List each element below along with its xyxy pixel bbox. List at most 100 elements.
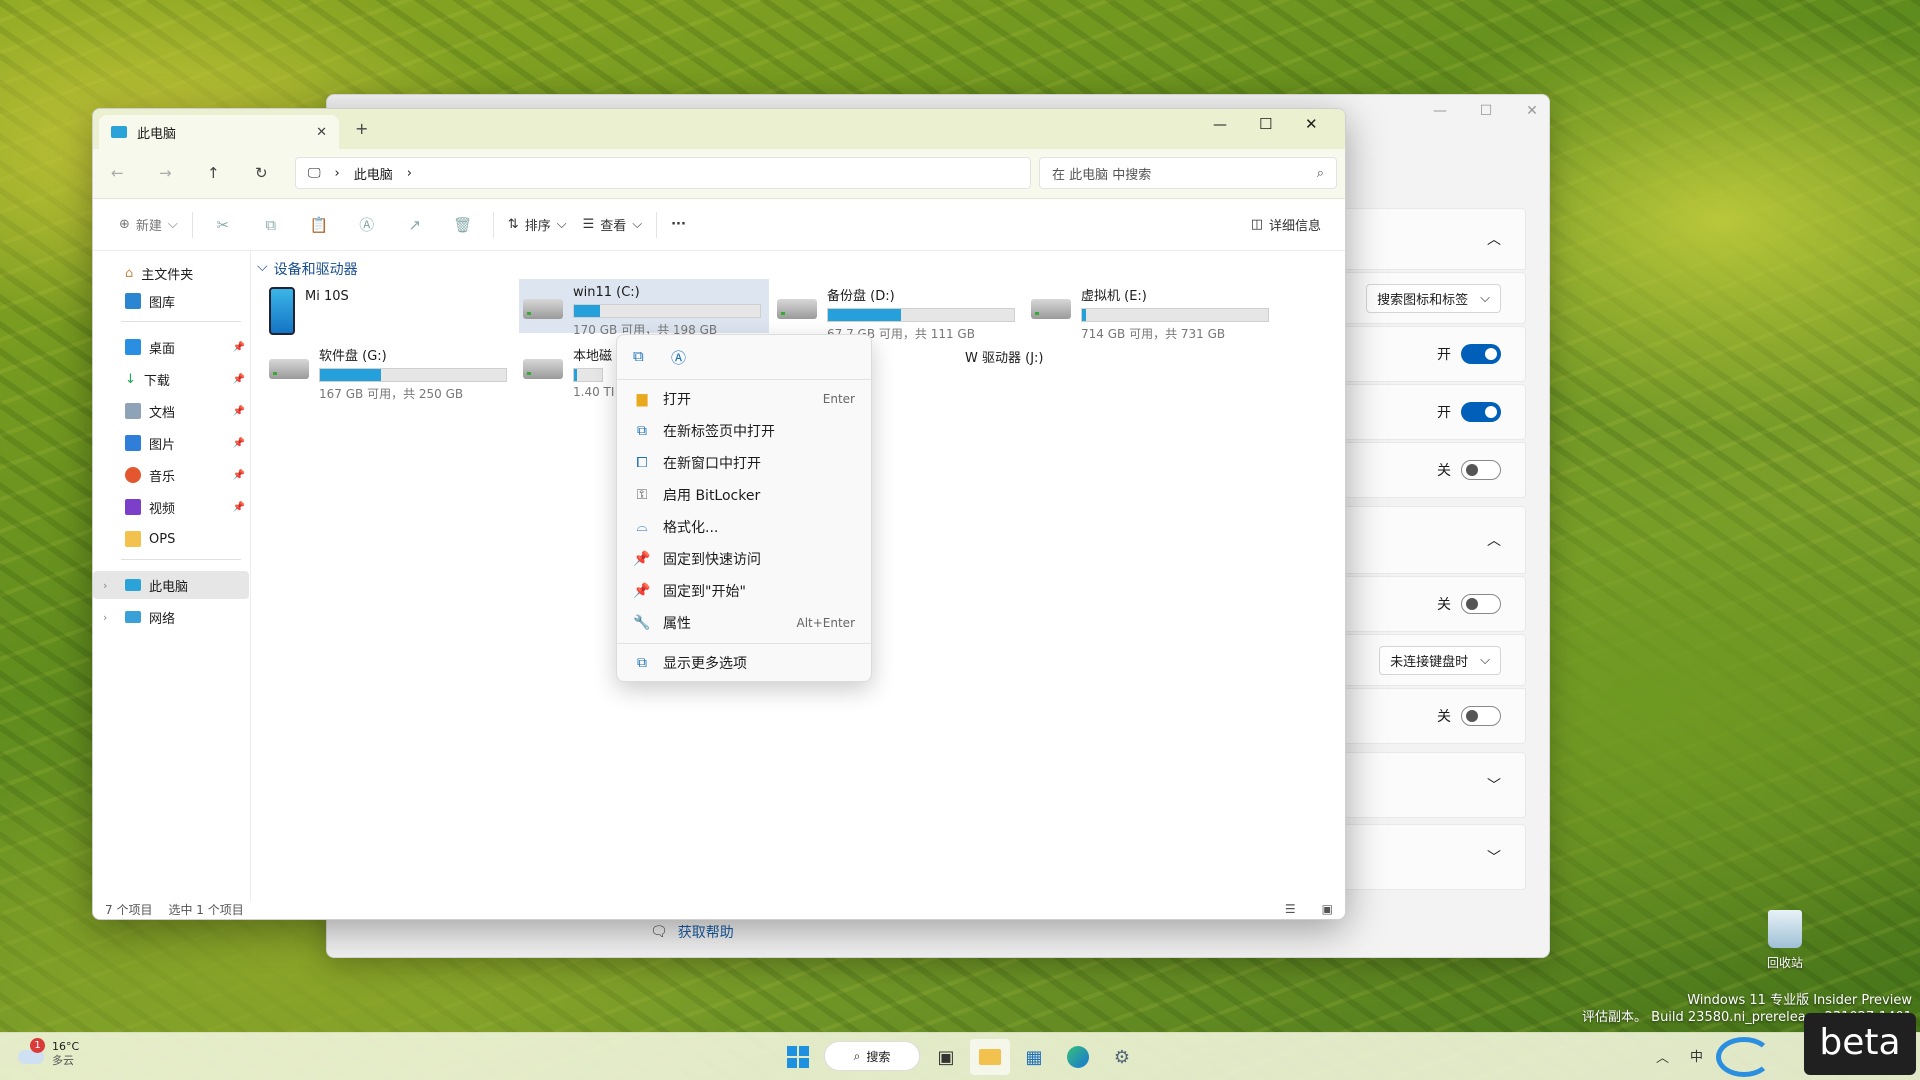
taskbar-search-dropdown[interactable]: 搜索图标和标签 ⌵ bbox=[1366, 283, 1501, 313]
breadcrumb-this-pc[interactable]: 此电脑 bbox=[354, 164, 393, 183]
recycle-bin-shortcut[interactable]: 回收站 bbox=[1762, 910, 1808, 971]
sidebar-item-downloads[interactable]: ↓ 下载 📌 bbox=[93, 365, 249, 393]
paste-icon[interactable]: 📋 bbox=[295, 209, 343, 241]
settings-group-header-1[interactable]: ︿ bbox=[1330, 208, 1526, 270]
chevron-right-icon[interactable]: › bbox=[103, 611, 107, 624]
chevron-right-icon[interactable]: › bbox=[103, 579, 107, 592]
maximize-icon[interactable]: ☐ bbox=[1259, 115, 1272, 133]
back-arrow-icon[interactable]: ← bbox=[111, 164, 124, 182]
tiles-view-icon[interactable]: ▣ bbox=[1322, 902, 1333, 916]
more-button[interactable]: ··· bbox=[663, 209, 694, 241]
sidebar-item-videos[interactable]: 视频 📌 bbox=[93, 493, 249, 521]
details-view-icon[interactable]: ☰ bbox=[1285, 902, 1296, 916]
dvd-drive-label[interactable]: W 驱动器 (J:) bbox=[965, 347, 1043, 366]
toggle-switch[interactable] bbox=[1461, 594, 1501, 614]
settings-gear-icon[interactable]: ⚙ bbox=[1102, 1039, 1142, 1075]
get-help-link[interactable]: 🗨 获取帮助 bbox=[650, 922, 734, 942]
tab-this-pc[interactable]: 此电脑 ✕ bbox=[99, 115, 339, 149]
menu-item-properties[interactable]: 🔧 属性 Alt+Enter bbox=[621, 607, 867, 639]
taskbar-search-button[interactable]: ⌕ 搜索 bbox=[824, 1041, 920, 1071]
forward-arrow-icon[interactable]: → bbox=[159, 164, 172, 182]
drive-d[interactable]: 备份盘 (D:) 67.7 GB 可用，共 111 GB bbox=[773, 279, 1023, 341]
close-tab-icon[interactable]: ✕ bbox=[316, 125, 327, 140]
drive-icon bbox=[1031, 299, 1071, 319]
document-icon bbox=[125, 403, 141, 419]
settings-group-header-2[interactable]: ︿ bbox=[1330, 506, 1526, 574]
sidebar-item-gallery[interactable]: 图库 bbox=[93, 287, 249, 315]
sidebar-item-music[interactable]: 音乐 📌 bbox=[93, 461, 249, 489]
sidebar-item-documents[interactable]: 文档 📌 bbox=[93, 397, 249, 425]
sidebar-item-this-pc[interactable]: › 此电脑 bbox=[93, 571, 249, 599]
toggle-switch[interactable] bbox=[1461, 706, 1501, 726]
new-button[interactable]: ⊕ 新建 ⌵ bbox=[111, 209, 186, 241]
rename-icon[interactable]: Ⓐ bbox=[671, 347, 686, 368]
ime-indicator[interactable]: 中 bbox=[1690, 1046, 1703, 1065]
menu-item-more-options[interactable]: ⧉ 显示更多选项 bbox=[621, 647, 867, 679]
download-icon: ↓ bbox=[125, 371, 136, 387]
sidebar-item-desktop[interactable]: 桌面 📌 bbox=[93, 333, 249, 361]
chevron-right-icon[interactable]: › bbox=[407, 166, 412, 181]
sidebar-item-network[interactable]: › 网络 bbox=[93, 603, 249, 631]
maximize-icon[interactable]: ☐ bbox=[1463, 95, 1509, 127]
menu-item-open-new-window[interactable]: ⧠ 在新窗口中打开 bbox=[621, 447, 867, 479]
device-phone[interactable]: Mi 10S bbox=[265, 283, 445, 337]
menu-item-bitlocker[interactable]: ⚿ 启用 BitLocker bbox=[621, 479, 867, 511]
chevron-right-icon: › bbox=[334, 165, 340, 181]
windows-drive-icon bbox=[523, 299, 563, 319]
minimize-icon[interactable]: — bbox=[1213, 117, 1227, 133]
capacity-bar bbox=[573, 368, 603, 382]
sidebar-item-ops[interactable]: OPS bbox=[93, 525, 249, 553]
toggle-switch[interactable] bbox=[1461, 344, 1501, 364]
sort-button[interactable]: ⇅ 排序 ⌵ bbox=[500, 209, 575, 241]
copy-icon[interactable]: ⧉ bbox=[247, 209, 295, 241]
close-icon[interactable]: ✕ bbox=[1305, 115, 1318, 133]
up-arrow-icon[interactable]: ↑ bbox=[207, 164, 220, 182]
toggle-switch[interactable] bbox=[1461, 402, 1501, 422]
search-input[interactable]: 在 此电脑 中搜索 ⌕ bbox=[1039, 157, 1337, 189]
copy-icon[interactable]: ⧉ bbox=[633, 347, 644, 365]
computer-icon bbox=[111, 126, 127, 138]
share-icon[interactable]: ↗ bbox=[391, 209, 439, 241]
chevron-up-icon[interactable]: ︿ bbox=[1656, 1047, 1669, 1066]
task-view-icon[interactable]: ▣ bbox=[926, 1039, 966, 1075]
sidebar-item-home[interactable]: ⌂ 主文件夹 bbox=[93, 259, 249, 287]
settings-group-collapsed-1[interactable]: ﹀ bbox=[1330, 752, 1526, 818]
drive-g[interactable]: 软件盘 (G:) 167 GB 可用，共 250 GB bbox=[265, 339, 515, 401]
store-icon[interactable]: ▦ bbox=[1014, 1039, 1054, 1075]
new-tab-icon: ⧉ bbox=[637, 423, 647, 439]
drive-e[interactable]: 虚拟机 (E:) 714 GB 可用，共 731 GB bbox=[1027, 279, 1277, 341]
drive-c[interactable]: win11 (C:) 170 GB 可用，共 198 GB bbox=[519, 279, 769, 337]
file-explorer-taskbar-icon[interactable] bbox=[970, 1039, 1010, 1075]
menu-item-format[interactable]: ⌓ 格式化... bbox=[621, 511, 867, 543]
section-header[interactable]: ⌵ 设备和驱动器 bbox=[257, 259, 358, 279]
menu-item-pin-start[interactable]: 📌 固定到"开始" bbox=[621, 575, 867, 607]
settings-row-toggle-5: 关 bbox=[1330, 688, 1526, 744]
menu-item-open[interactable]: ▆ 打开 Enter bbox=[621, 383, 867, 415]
navigation-bar: ← → ↑ ↻ 🖵 › 此电脑 › 在 此电脑 中搜索 ⌕ bbox=[93, 149, 1345, 199]
edge-icon[interactable] bbox=[1058, 1039, 1098, 1075]
rename-icon[interactable]: Ⓐ bbox=[343, 209, 391, 241]
menu-item-open-new-tab[interactable]: ⧉ 在新标签页中打开 bbox=[621, 415, 867, 447]
close-icon[interactable]: ✕ bbox=[1509, 95, 1555, 127]
sidebar-item-pictures[interactable]: 图片 📌 bbox=[93, 429, 249, 457]
new-tab-button[interactable]: + bbox=[355, 119, 368, 138]
start-button[interactable] bbox=[778, 1039, 818, 1075]
refresh-icon[interactable]: ↻ bbox=[255, 164, 268, 182]
title-bar: 此电脑 ✕ + — ☐ ✕ bbox=[93, 109, 1345, 149]
view-button[interactable]: ☰ 查看 ⌵ bbox=[575, 209, 651, 241]
address-bar[interactable]: 🖵 › 此电脑 › bbox=[295, 157, 1031, 189]
details-button[interactable]: ◫ 详细信息 bbox=[1243, 209, 1329, 241]
weather-widget[interactable]: 1 16°C 多云 bbox=[16, 1038, 79, 1068]
pin-icon: 📌 bbox=[232, 437, 245, 449]
settings-group-collapsed-2[interactable]: ﹀ bbox=[1330, 824, 1526, 890]
pin-icon: 📌 bbox=[232, 373, 245, 385]
search-icon: ⌕ bbox=[1316, 165, 1324, 181]
toggle-switch[interactable] bbox=[1461, 460, 1501, 480]
cut-icon[interactable]: ✂ bbox=[199, 209, 247, 241]
keyboard-dropdown[interactable]: 未连接键盘时 ⌵ bbox=[1379, 645, 1501, 675]
menu-item-pin-quick-access[interactable]: 📌 固定到快速访问 bbox=[621, 543, 867, 575]
minimize-icon[interactable]: — bbox=[1417, 95, 1463, 127]
delete-icon[interactable]: 🗑 bbox=[439, 209, 487, 241]
drive-local[interactable]: 本地磁 1.40 TI bbox=[519, 339, 619, 399]
view-icon: ☰ bbox=[582, 217, 595, 232]
